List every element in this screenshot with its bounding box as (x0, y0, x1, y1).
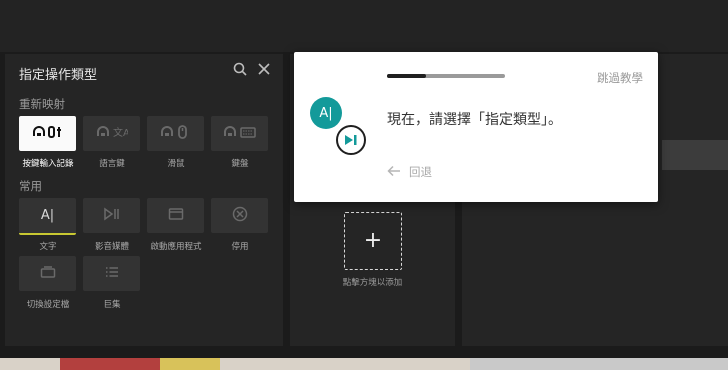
tile-keystroke-record[interactable] (19, 116, 76, 151)
action-type-panel: 指定操作類型 重新映射 文A 按鍵輸入記錄 語言鍵 滑鼠 鍵盤 常用 A| 文字… (5, 54, 283, 346)
tile-label: 語言鍵 (99, 159, 125, 169)
tile-label: 停用 (231, 242, 249, 252)
tile-label: 啟動應用程式 (150, 242, 202, 252)
back-button[interactable]: 回退 (387, 164, 432, 180)
tile-label: 文字 (39, 242, 57, 252)
tile-label: 切換設定檔 (26, 300, 70, 310)
panel-title: 指定操作類型 (19, 68, 98, 83)
avatar-text: A| (319, 105, 333, 121)
disable-icon (232, 206, 248, 226)
app-window-icon (168, 206, 184, 225)
plus-icon: + (363, 228, 383, 253)
add-slot-button[interactable]: + (344, 212, 402, 270)
tile-label: 鍵盤 (231, 159, 249, 169)
macro-list-icon (105, 264, 119, 283)
tutorial-progress-fill (387, 74, 426, 78)
media-play-icon (103, 206, 121, 225)
tutorial-progress-bar (387, 74, 505, 78)
tutorial-dialog: 跳過教學 A| 現在，請選擇「指定類型」。 回退 (294, 52, 658, 202)
tile-label: 滑鼠 (167, 159, 185, 169)
preview-image-segment (470, 358, 728, 370)
tile-keyboard[interactable] (211, 116, 268, 151)
right-panel-field[interactable] (662, 140, 728, 170)
tile-label: 巨集 (103, 300, 121, 310)
add-slot-label: 點擊方塊以添加 (342, 278, 403, 288)
mouse-icon (160, 124, 192, 144)
search-icon[interactable] (233, 62, 247, 76)
tile-mouse[interactable] (147, 116, 204, 151)
skip-tutorial-link[interactable]: 跳過教學 (597, 70, 643, 86)
keyboard-icon (223, 124, 257, 144)
tile-label: 影音媒體 (94, 242, 129, 252)
section-common-heading: 常用 (19, 179, 42, 193)
tile-language-key[interactable]: 文A (83, 116, 140, 151)
avatar: A| (310, 97, 342, 129)
tile-switch-profile[interactable] (19, 256, 76, 291)
language-key-icon: 文A (96, 124, 129, 144)
tile-macro[interactable] (83, 256, 140, 291)
tutorial-message: 現在，請選擇「指定類型」。 (387, 112, 562, 128)
tile-text[interactable]: A| (19, 198, 76, 235)
tile-media[interactable] (83, 198, 140, 233)
tile-label: 按鍵輸入記錄 (22, 159, 74, 169)
preview-image-segment (160, 358, 220, 370)
back-label: 回退 (409, 165, 432, 179)
section-remap-heading: 重新映射 (19, 97, 65, 111)
svg-text:文A: 文A (113, 126, 128, 139)
close-icon[interactable] (257, 62, 271, 76)
top-bar (0, 0, 728, 52)
switch-profile-icon (40, 264, 56, 283)
text-icon: A| (40, 208, 55, 223)
arrow-left-icon (387, 165, 401, 180)
tile-launch-app[interactable] (147, 198, 204, 233)
next-step-icon (336, 125, 366, 155)
keystroke-record-icon (32, 124, 64, 144)
tile-disable[interactable] (211, 198, 268, 233)
